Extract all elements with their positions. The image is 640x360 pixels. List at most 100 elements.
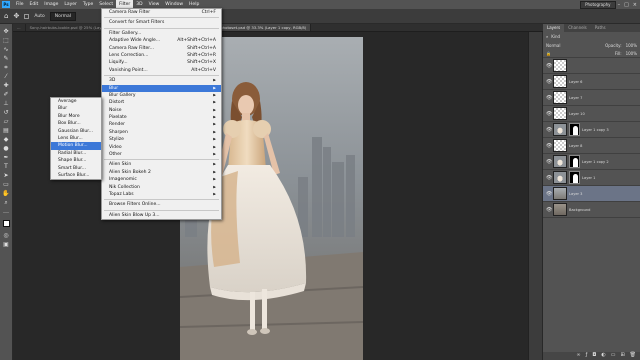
menu-item-blur[interactable]: Blur ▶ [102,84,221,92]
menu-layer[interactable]: Layer [61,0,80,9]
menu-item-other[interactable]: Other ▶ [102,151,221,158]
eye-icon[interactable]: 👁 [546,79,552,85]
home-icon[interactable]: ⌂ [4,12,8,20]
eye-icon[interactable]: 👁 [546,175,552,181]
maximize-icon[interactable]: □ [624,2,629,8]
layer-row[interactable]: 👁 Layer 8 [543,138,640,154]
menu-item-nik-collection[interactable]: Nik Collection ▶ [102,184,221,191]
menu-item-alien-skin[interactable]: Alien Skin ▶ [102,161,221,168]
menu-item-adaptive-wide-angle[interactable]: Adaptive Wide Angle... Alt+Shift+Ctrl+A [102,37,221,44]
layer-row[interactable]: 👁 Layer 10 [543,106,640,122]
more-tools-icon[interactable]: … [2,208,11,216]
gradient-tool-icon[interactable]: ▤ [2,127,11,135]
blend-mode-select[interactable]: Normal [546,43,560,48]
eye-icon[interactable]: 👁 [546,191,552,197]
auto-select-checkbox[interactable] [24,13,30,19]
layer-row[interactable]: 👁 Layer 1 copy 2 [543,154,640,170]
menu-item-blur-more[interactable]: Blur More [51,113,101,120]
kind-filter[interactable]: Kind [551,34,560,39]
menu-item-alien-skin-bokeh-2[interactable]: Alien Skin Bokeh 2 ▶ [102,169,221,176]
link-icon[interactable]: ∞ [576,352,580,360]
menu-item-filter-gallery[interactable]: Filter Gallery... [102,30,221,37]
move-tool-icon[interactable]: ✥ [13,12,19,20]
layer-row[interactable]: 👁 Layer 3 [543,186,640,202]
menu-item-average[interactable]: Average [51,98,101,105]
menu-item-sharpen[interactable]: Sharpen ▶ [102,129,221,136]
workspace-switcher[interactable]: Photography [580,0,616,9]
menu-file[interactable]: File [13,0,27,9]
healing-tool-icon[interactable]: ✚ [2,82,11,90]
adjustment-icon[interactable]: ◐ [601,352,605,360]
eye-icon[interactable]: 👁 [546,207,552,213]
folder-icon[interactable]: ▭ [611,352,616,360]
eyedropper-tool-icon[interactable]: ⁄ [2,73,11,81]
menu-item-gaussian-blur[interactable]: Gaussian Blur... [51,128,101,135]
layer-row[interactable]: 👁 Layer 6 [543,74,640,90]
history-brush-icon[interactable]: ↺ [2,109,11,117]
stamp-tool-icon[interactable]: ⊥ [2,100,11,108]
menu-item-camera-raw-filter[interactable]: Camera Raw Filter... Shift+Ctrl+A [102,45,221,52]
menu-item-noise[interactable]: Noise ▶ [102,107,221,114]
pen-tool-icon[interactable]: ✒ [2,154,11,162]
menu-item-liquify[interactable]: Liquify... Shift+Ctrl+X [102,59,221,66]
menu-item-smart-blur[interactable]: Smart Blur... [51,165,101,172]
eye-icon[interactable]: 👁 [546,127,552,133]
marquee-tool-icon[interactable]: ⬚ [2,37,11,45]
trash-icon[interactable]: 🗑 [630,352,636,360]
tab-channels[interactable]: Channels [564,24,591,32]
layer-row[interactable]: 👁 Layer 1 copy 3 [543,122,640,138]
fx-icon[interactable]: ƒ [586,352,588,360]
menu-item-convert-for-smart-filters[interactable]: Convert for Smart Filters [102,19,221,26]
tab-paths[interactable]: Paths [591,24,610,32]
menu-item-motion-blur[interactable]: Motion Blur... [51,142,101,150]
path-select-icon[interactable]: ➤ [2,172,11,180]
close-icon[interactable]: × [633,2,637,8]
blur-tool-icon[interactable]: ◆ [2,136,11,144]
layer-mask-thumbnail[interactable] [569,171,580,184]
menu-item-surface-blur[interactable]: Surface Blur... [51,172,101,179]
layer-row[interactable]: 👁 Layer 1 [543,170,640,186]
fill-value[interactable]: 100% [626,51,637,56]
menu-item-video[interactable]: Video ▶ [102,144,221,151]
menu-edit[interactable]: Edit [27,0,42,9]
menu-item-distort[interactable]: Distort ▶ [102,99,221,106]
tab-layers[interactable]: Layers [543,24,565,32]
menu-item-browse-filters-online[interactable]: Browse Filters Online... [102,201,221,208]
menu-item-box-blur[interactable]: Box Blur... [51,120,101,127]
quick-select-tool-icon[interactable]: ✎ [2,55,11,63]
menu-item-3d[interactable]: 3D ▶ [102,77,221,84]
menu-item-lens-correction[interactable]: Lens Correction... Shift+Ctrl+R [102,52,221,59]
layer-row[interactable]: 👁 Layer 7 [543,90,640,106]
new-layer-icon[interactable]: ⊞ [620,352,624,360]
menu-item-lens-blur[interactable]: Lens Blur... [51,135,101,142]
eye-icon[interactable]: 👁 [546,143,552,149]
hand-tool-icon[interactable]: ✋ [2,190,11,198]
eye-icon[interactable]: 👁 [546,111,552,117]
move-tool-icon[interactable]: ✥ [2,28,11,36]
menu-item-topaz-labs[interactable]: Topaz Labs ▶ [102,191,221,198]
menu-image[interactable]: Image [41,0,61,9]
menu-item-blur-gallery[interactable]: Blur Gallery ▶ [102,92,221,99]
layer-row[interactable]: 👁 Background [543,202,640,218]
menu-item-render[interactable]: Render ▶ [102,121,221,128]
eye-icon[interactable]: 👁 [546,95,552,101]
menu-item-pixelate[interactable]: Pixelate ▶ [102,114,221,121]
type-tool-icon[interactable]: T [2,163,11,171]
eye-icon[interactable]: 👁 [546,159,552,165]
lasso-tool-icon[interactable]: ∿ [2,46,11,54]
lock-icon[interactable]: 🔒 [546,51,551,56]
quick-mask-icon[interactable]: ◎ [2,232,11,240]
eraser-tool-icon[interactable]: ▱ [2,118,11,126]
shape-tool-icon[interactable]: ▭ [2,181,11,189]
dodge-tool-icon[interactable]: ● [2,145,11,153]
brush-tool-icon[interactable]: ✐ [2,91,11,99]
mode-select[interactable]: Normal [49,11,77,21]
menu-type[interactable]: Type [80,0,96,9]
opacity-value[interactable]: 100% [626,43,637,48]
menu-item-imagenomic[interactable]: Imagenomic ▶ [102,176,221,183]
menu-item-camera-raw-filter[interactable]: Camera Raw Filter Ctrl+F [102,9,221,16]
menu-item-radial-blur[interactable]: Radial Blur... [51,150,101,157]
zoom-tool-icon[interactable]: ⌕ [2,199,11,207]
screen-mode-icon[interactable]: ▣ [2,241,11,249]
layer-row[interactable]: 👁 [543,58,640,74]
